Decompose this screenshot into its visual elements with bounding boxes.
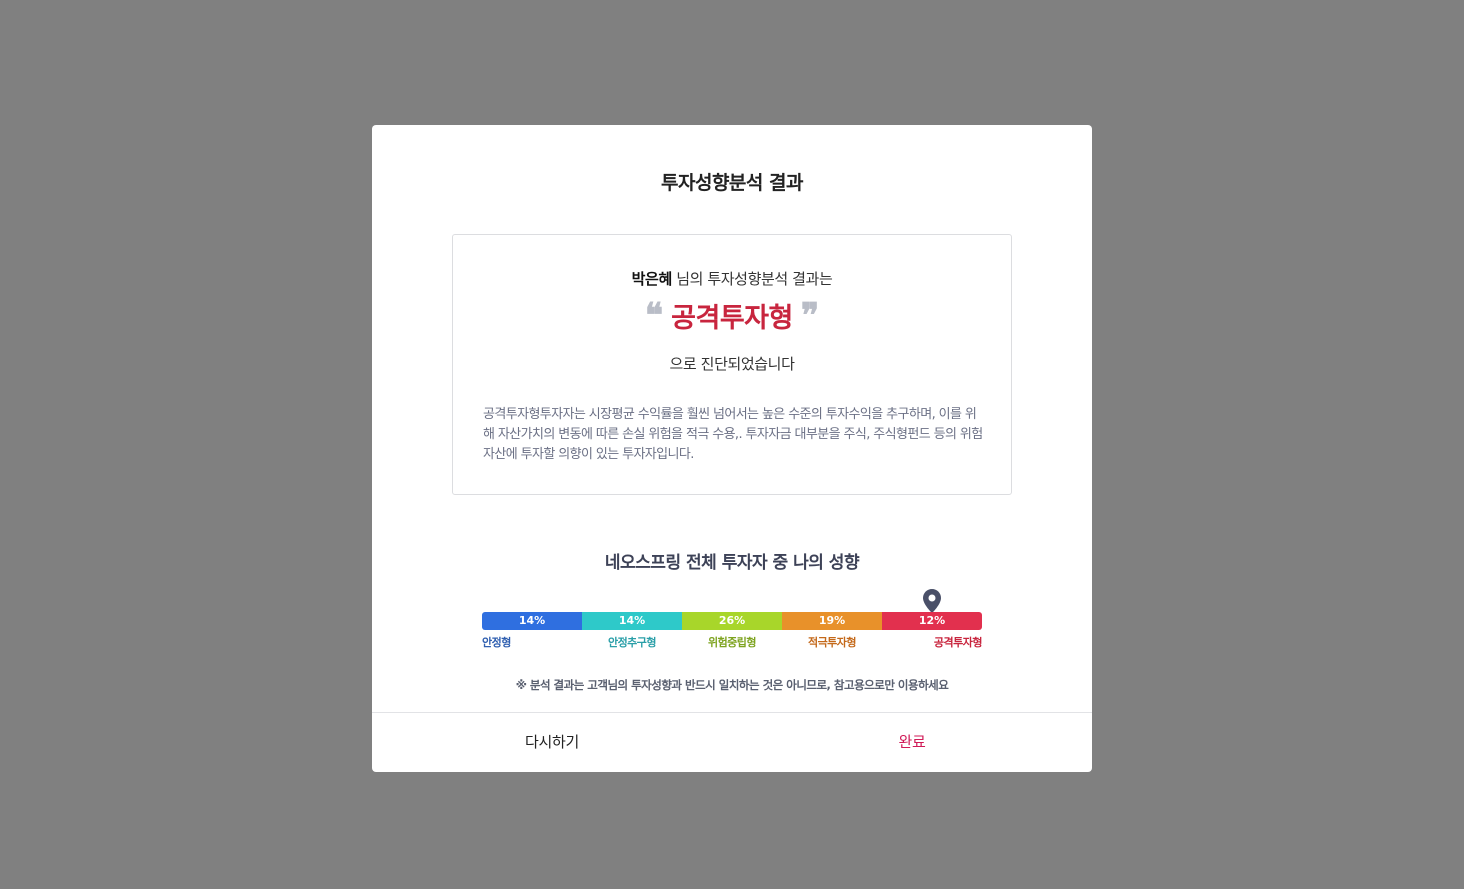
result-intro-text: 님의 투자성향분석 결과는	[671, 270, 833, 288]
distribution-segment: 19%	[782, 612, 882, 630]
location-pin-icon	[923, 589, 941, 613]
modal-footer: 다시하기 완료	[372, 712, 1092, 773]
result-description: 공격투자형투자자는 시장평균 수익률을 훨씬 넘어서는 높은 수준의 투자수익을…	[483, 407, 983, 462]
distribution-label: 안정형	[482, 636, 511, 649]
user-name: 박은혜	[631, 270, 673, 288]
result-box: 박은혜 님의 투자성향분석 결과는 ❝ 공격투자형 ❞ 으로 진단되었습니다 공격투…	[452, 234, 1012, 495]
retry-button[interactable]: 다시하기	[372, 713, 732, 773]
distribution-segment: 26%	[682, 612, 782, 630]
distribution-title: 네오스프링 전체 투자자 중 나의 성향	[604, 553, 860, 573]
distribution-labels: 안정형 안정추구형 위험중립형 적극투자형 공격투자형	[482, 634, 983, 650]
open-quote-icon: ❝	[644, 296, 664, 336]
distribution-label: 안정추구형	[607, 636, 657, 649]
disclaimer-notice: ※ 분석 결과는 고객님의 투자성향과 반드시 일치하는 것은 아니므로, 참고…	[515, 678, 949, 692]
distribution-label: 공격투자형	[933, 636, 983, 649]
distribution-segment: 14%	[482, 612, 582, 630]
result-type-row: ❝ 공격투자형 ❞	[453, 299, 1011, 339]
distribution-segment: 12%	[882, 612, 982, 630]
distribution-label: 위험중립형	[707, 636, 757, 649]
close-quote-icon: ❞	[800, 296, 820, 336]
result-diagnosis-text: 으로 진단되었습니다	[669, 355, 795, 373]
modal-title: 투자성향분석 결과	[661, 172, 803, 194]
distribution-label: 적극투자형	[807, 636, 857, 649]
result-intro: 박은혜 님의 투자성향분석 결과는	[453, 268, 1011, 289]
result-modal: 투자성향분석 결과 박은혜 님의 투자성향분석 결과는 ❝ 공격투자형 ❞ 으로 진…	[372, 125, 1092, 772]
done-button[interactable]: 완료	[732, 713, 1092, 773]
investment-type: 공격투자형	[671, 303, 793, 334]
distribution-bar: 14% 14% 26% 19% 12%	[482, 612, 982, 630]
distribution-segment: 14%	[582, 612, 682, 630]
